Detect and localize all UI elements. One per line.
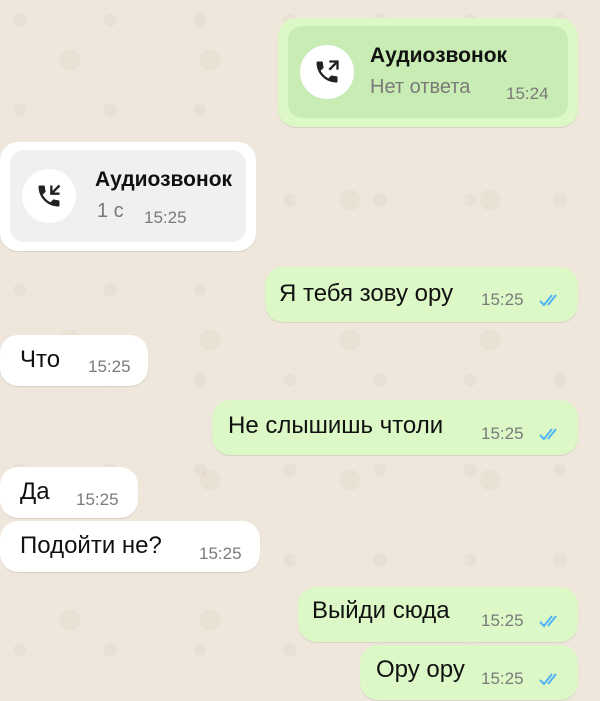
message-text: Ору ору [376,656,465,683]
message-text: Что [20,346,61,373]
outgoing-message-bubble[interactable]: Я тебя зову ору 15:25 [265,267,578,322]
incoming-message-bubble[interactable]: Подойти не? 15:25 [0,521,260,572]
call-card[interactable]: Аудиозвонок 1 с 15:25 [10,150,246,242]
message-time: 15:25 [144,208,187,227]
call-status: Нет ответа [370,76,471,98]
read-receipt-icon [539,673,557,686]
call-title: Аудиозвонок [95,168,233,191]
message-time: 15:25 [481,424,524,443]
incoming-message-bubble[interactable]: Да 15:25 [0,467,138,518]
call-card[interactable]: Аудиозвонок Нет ответа 15:24 [288,26,568,118]
read-receipt-icon [539,615,557,628]
outgoing-message-bubble[interactable]: Не слышишь чтоли 15:25 [212,400,578,455]
outgoing-message-bubble[interactable]: Ору ору 15:25 [360,645,578,700]
message-text: Я тебя зову ору [279,280,454,307]
outgoing-message-bubble[interactable]: Выйди сюда 15:25 [298,587,578,642]
message-text: Выйди сюда [312,597,450,624]
read-receipt-icon [539,294,557,307]
outgoing-call-bubble[interactable]: Аудиозвонок Нет ответа 15:24 [278,18,578,127]
incoming-call-icon [22,169,76,223]
incoming-call-bubble[interactable]: Аудиозвонок 1 с 15:25 [0,142,256,251]
call-title: Аудиозвонок [370,44,508,67]
message-time: 15:25 [481,611,524,630]
message-time: 15:25 [481,290,524,309]
outgoing-call-icon [300,45,354,99]
message-text: Не слышишь чтоли [228,412,444,439]
call-duration: 1 с [97,200,124,222]
message-time: 15:25 [88,357,131,376]
message-time: 15:24 [506,84,549,103]
read-receipt-icon [539,428,557,441]
incoming-message-bubble[interactable]: Что 15:25 [0,335,148,386]
message-text: Подойти не? [20,532,162,559]
message-time: 15:25 [199,544,242,563]
message-text: Да [20,478,50,505]
message-time: 15:25 [76,490,119,509]
message-time: 15:25 [481,669,524,688]
